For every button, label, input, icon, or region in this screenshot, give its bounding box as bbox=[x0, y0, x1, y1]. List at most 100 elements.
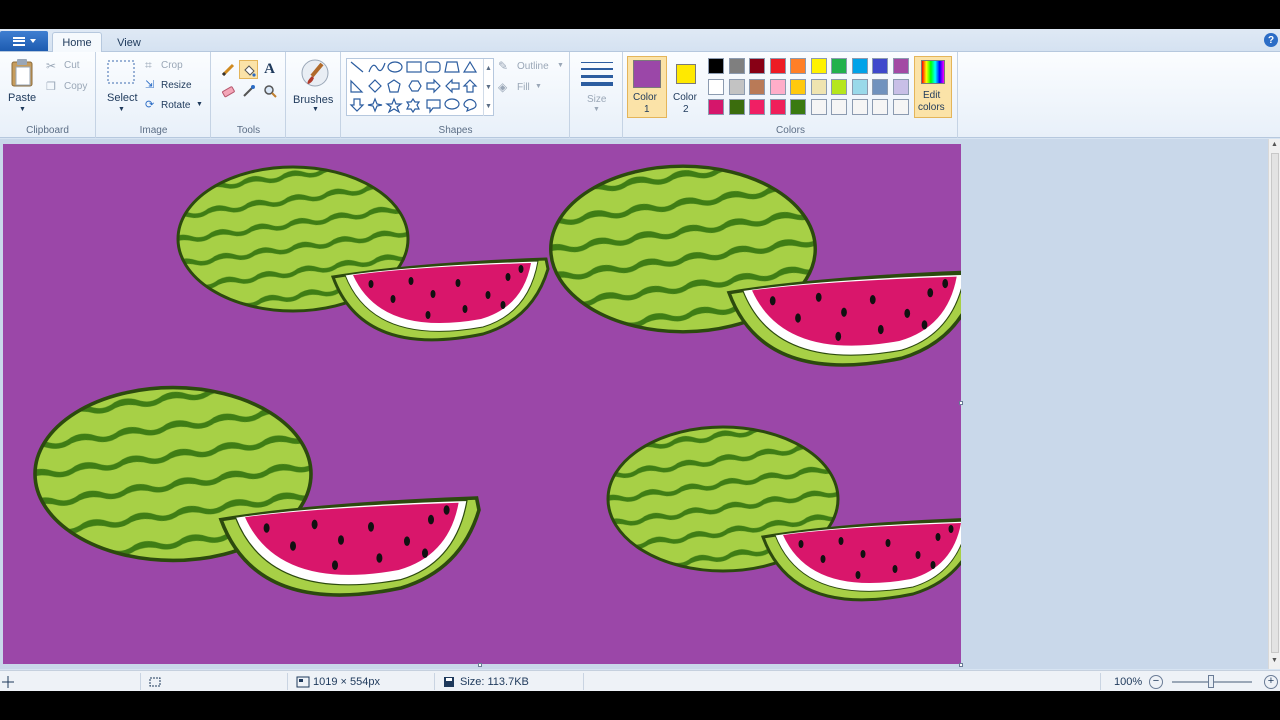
palette-swatch[interactable] bbox=[728, 58, 745, 74]
size-button[interactable]: Size ▼ bbox=[577, 56, 617, 116]
help-icon[interactable]: ? bbox=[1264, 33, 1278, 47]
scrollbar-thumb[interactable] bbox=[1271, 153, 1279, 653]
palette-swatch[interactable] bbox=[708, 99, 724, 115]
palette-swatch[interactable] bbox=[851, 58, 868, 74]
menu-icon bbox=[12, 36, 25, 46]
palette-swatch[interactable] bbox=[749, 78, 765, 95]
palette-swatch[interactable] bbox=[790, 58, 806, 74]
brushes-button[interactable]: Brushes ▼ bbox=[291, 56, 337, 118]
rotate-icon: ⟳ bbox=[145, 99, 155, 111]
magnifier-icon bbox=[263, 84, 277, 98]
color1-label: Color bbox=[633, 92, 657, 103]
palette-swatch[interactable] bbox=[831, 99, 847, 115]
line-width-icon bbox=[581, 62, 613, 86]
shapes-scroll-up[interactable]: ▲ bbox=[483, 59, 493, 78]
palette-swatch[interactable] bbox=[810, 99, 827, 115]
palette-swatch[interactable] bbox=[872, 99, 888, 115]
tab-home[interactable]: Home bbox=[52, 32, 102, 53]
vertical-scrollbar[interactable]: ▲ ▼ bbox=[1268, 139, 1280, 669]
resize-handle-corner[interactable] bbox=[959, 663, 963, 667]
tools-group: A Tools bbox=[212, 52, 286, 138]
copy-label: Copy bbox=[64, 81, 88, 92]
palette-swatch[interactable] bbox=[872, 58, 888, 74]
magnifier-tool[interactable] bbox=[260, 81, 279, 100]
edit-colors-button[interactable]: Edit colors bbox=[914, 56, 952, 118]
eraser-tool[interactable] bbox=[218, 81, 237, 100]
color-picker-tool[interactable] bbox=[239, 81, 258, 100]
palette-swatch[interactable] bbox=[851, 78, 868, 95]
scroll-down-icon[interactable]: ▼ bbox=[1271, 657, 1278, 664]
fill-tool[interactable] bbox=[239, 60, 258, 79]
edit-colors-label-2: colors bbox=[918, 102, 945, 113]
palette-swatch[interactable] bbox=[728, 78, 745, 95]
watermelon-bottom-left bbox=[33, 385, 481, 597]
rotate-button[interactable]: ⟳ Rotate ▼ bbox=[145, 98, 207, 114]
palette-swatch[interactable] bbox=[892, 58, 909, 74]
outline-button[interactable]: ✎ Outline ▼ bbox=[498, 59, 566, 75]
chevron-down-icon: ▼ bbox=[557, 62, 564, 69]
size-group: Size ▼ bbox=[571, 52, 623, 138]
zoom-out-button[interactable]: − bbox=[1149, 674, 1163, 689]
shapes-expand[interactable]: ▼ bbox=[483, 97, 493, 116]
watermelon-bottom-right bbox=[606, 425, 961, 602]
app-menu-button[interactable] bbox=[0, 31, 48, 51]
tab-view[interactable]: View bbox=[108, 32, 150, 53]
scroll-up-icon[interactable]: ▲ bbox=[1271, 141, 1278, 148]
zoom-slider-thumb[interactable] bbox=[1208, 674, 1214, 688]
palette-swatch[interactable] bbox=[749, 99, 765, 115]
palette-swatch[interactable] bbox=[749, 58, 765, 74]
palette-swatch[interactable] bbox=[831, 78, 847, 95]
color2-button[interactable]: Color 2 bbox=[669, 56, 705, 118]
brush-icon bbox=[301, 59, 329, 87]
select-button[interactable]: Select ▼ bbox=[103, 56, 141, 116]
zoom-slider-track bbox=[1172, 674, 1252, 688]
pencil-tool[interactable] bbox=[218, 60, 237, 79]
palette-swatch[interactable] bbox=[810, 78, 827, 95]
chevron-down-icon: ▼ bbox=[196, 101, 203, 108]
palette-swatch[interactable] bbox=[790, 99, 806, 115]
disk-icon bbox=[444, 676, 454, 687]
palette-swatch[interactable] bbox=[892, 78, 909, 95]
color-spectrum-icon bbox=[921, 60, 945, 84]
palette-swatch[interactable] bbox=[892, 99, 909, 115]
resize-handle-right[interactable] bbox=[959, 401, 963, 405]
zoom-in-button[interactable]: + bbox=[1264, 674, 1278, 689]
palette-swatch[interactable] bbox=[769, 99, 786, 115]
resize-handle-bottom[interactable] bbox=[478, 663, 482, 667]
cloud-callout-shape-icon bbox=[463, 98, 477, 113]
palette-swatch[interactable] bbox=[708, 58, 724, 74]
drawing-canvas[interactable] bbox=[3, 144, 961, 664]
palette-swatch[interactable] bbox=[769, 78, 786, 95]
palette-swatch[interactable] bbox=[831, 58, 847, 74]
image-group: Select ▼ ⌗ Crop ⇲ Resize ⟳ Rotate ▼ Imag… bbox=[97, 52, 211, 138]
selection-size-icon bbox=[148, 674, 162, 689]
diamond-shape-icon bbox=[368, 79, 382, 93]
zoom-slider[interactable] bbox=[1172, 674, 1252, 689]
palette-swatch[interactable] bbox=[810, 58, 827, 74]
paste-button[interactable]: Paste ▼ bbox=[4, 56, 42, 116]
color1-button[interactable]: Color 1 bbox=[627, 56, 667, 118]
select-label: Select bbox=[107, 92, 138, 104]
resize-button[interactable]: ⇲ Resize bbox=[145, 78, 205, 94]
palette-swatch[interactable] bbox=[769, 58, 786, 74]
eraser-icon bbox=[221, 85, 235, 97]
paste-icon bbox=[11, 59, 33, 87]
text-tool[interactable]: A bbox=[260, 60, 279, 79]
cut-label: Cut bbox=[64, 60, 80, 71]
palette-swatch[interactable] bbox=[851, 99, 868, 115]
tools-group-label: Tools bbox=[236, 125, 261, 136]
copy-button[interactable]: ❐ Copy bbox=[46, 79, 92, 95]
shapes-scroll-down[interactable]: ▼ bbox=[483, 78, 493, 97]
palette-swatch[interactable] bbox=[708, 78, 724, 95]
shapes-group-label: Shapes bbox=[438, 125, 473, 136]
rounded-rectangle-shape-icon bbox=[425, 61, 441, 73]
size-label: Size bbox=[587, 94, 607, 105]
palette-swatch[interactable] bbox=[872, 78, 888, 95]
color2-label: Color bbox=[673, 92, 697, 103]
palette-swatch[interactable] bbox=[790, 78, 806, 95]
cut-button[interactable]: ✂ Cut bbox=[46, 58, 92, 74]
color2-number: 2 bbox=[683, 104, 689, 115]
palette-swatch[interactable] bbox=[728, 99, 745, 115]
fill-button[interactable]: ◈ Fill ▼ bbox=[498, 80, 566, 96]
crop-button[interactable]: ⌗ Crop bbox=[145, 58, 205, 74]
